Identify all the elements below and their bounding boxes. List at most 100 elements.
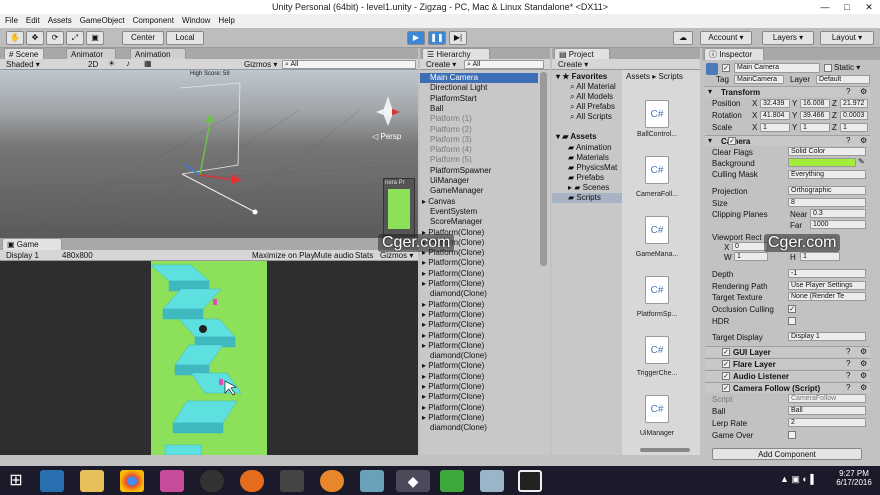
help-icon[interactable]: ? — [846, 359, 850, 368]
hierarchy-item[interactable]: ▸ Platform(Clone) — [422, 403, 486, 413]
assets-header[interactable]: ▾ ▰ Assets — [556, 132, 597, 142]
hierarchy-item[interactable]: diamond(Clone) — [430, 423, 487, 433]
minimize-button[interactable]: — — [814, 0, 836, 14]
menu-help[interactable]: Help — [216, 14, 240, 28]
script-icon[interactable]: C# — [645, 100, 669, 128]
hierarchy-item[interactable]: Platform (3) — [430, 135, 472, 145]
script-icon[interactable]: C# — [645, 276, 669, 304]
script-uimanager-label[interactable]: UiManager — [632, 430, 682, 437]
rotation-y-field[interactable]: 39.466 — [800, 111, 830, 120]
script-camerafollow-label[interactable]: CameraFoll... — [632, 191, 682, 198]
hierarchy-item[interactable]: diamond(Clone) — [430, 289, 487, 299]
scale-y-field[interactable]: 1 — [800, 123, 830, 132]
static-dropdown[interactable]: Static ▾ — [834, 63, 860, 73]
app-icon[interactable] — [480, 470, 504, 492]
stats-toggle[interactable]: Stats — [355, 251, 373, 260]
target-texture-field[interactable]: None (Render Te — [788, 292, 866, 301]
display-dropdown[interactable]: Display 1 — [6, 251, 39, 260]
folder-physicsmat[interactable]: ▰ PhysicsMat — [568, 163, 617, 173]
scene-orientation-gizmo[interactable] — [364, 90, 412, 134]
add-component-button[interactable]: Add Component — [712, 448, 862, 460]
gizmos-dropdown[interactable]: Gizmos ▾ — [244, 60, 277, 69]
hierarchy-item[interactable]: ▸ Platform(Clone) — [422, 372, 486, 382]
hierarchy-item[interactable]: ▸ Platform(Clone) — [422, 361, 486, 371]
eyedropper-icon[interactable]: ✎ — [858, 157, 865, 166]
pause-icon[interactable]: ❚❚ — [428, 31, 446, 45]
camera-enabled-checkbox[interactable]: ✓ — [728, 137, 736, 145]
tag-dropdown[interactable]: MainCamera — [734, 75, 784, 84]
menu-component[interactable]: Component — [131, 14, 180, 28]
inkscape-icon[interactable] — [280, 470, 304, 492]
depth-field[interactable]: -1 — [788, 269, 866, 278]
folder-scripts[interactable]: ▰ Scripts — [552, 193, 622, 203]
hierarchy-item[interactable]: ▸ Platform(Clone) — [422, 258, 486, 268]
maximize-on-play-toggle[interactable]: Maximize on Play — [252, 251, 315, 260]
fav-all-models[interactable]: ⌕ All Models — [570, 92, 613, 102]
gui-layer-checkbox[interactable]: ✓ — [722, 348, 730, 356]
unity-icon[interactable]: ◆ — [396, 470, 430, 492]
move-tool-icon[interactable]: ✥ — [26, 31, 44, 45]
expand-arrow-icon[interactable]: ▾ — [708, 87, 712, 96]
expand-arrow-icon[interactable]: ▾ — [708, 136, 712, 145]
position-z-field[interactable]: 21.972 — [840, 99, 868, 108]
obs-icon[interactable] — [200, 470, 224, 492]
help-icon[interactable]: ? — [846, 136, 850, 145]
hierarchy-search-input[interactable]: ⌕ All — [464, 60, 544, 69]
audio-icon[interactable]: ♪ — [126, 59, 130, 68]
bracket-app-icon[interactable] — [518, 470, 542, 492]
script-icon[interactable]: C# — [645, 336, 669, 364]
occlusion-culling-checkbox[interactable]: ✓ — [788, 305, 796, 313]
menu-file[interactable]: File — [3, 14, 24, 28]
hierarchy-item[interactable]: ▸ Canvas — [422, 197, 457, 207]
folder-scenes[interactable]: ▸ ▰ Scenes — [568, 183, 609, 193]
settings-gear-icon[interactable]: ⚙ — [860, 359, 867, 368]
step-icon[interactable]: ▶| — [449, 31, 467, 45]
hierarchy-item[interactable]: Platform (2) — [430, 125, 472, 135]
folder-animation[interactable]: ▰ Animation — [568, 143, 612, 153]
static-checkbox[interactable] — [824, 64, 832, 72]
layer-dropdown[interactable]: Default — [816, 75, 870, 84]
settings-gear-icon[interactable]: ⚙ — [860, 371, 867, 380]
rendering-path-dropdown[interactable]: Use Player Settings — [788, 281, 866, 290]
settings-gear-icon[interactable]: ⚙ — [860, 136, 867, 145]
hierarchy-item[interactable]: ▸ Platform(Clone) — [422, 413, 486, 423]
firefox-icon[interactable] — [240, 470, 264, 492]
far-field[interactable]: 1000 — [810, 220, 866, 229]
hierarchy-item[interactable]: ▸ Platform(Clone) — [422, 279, 486, 289]
rect-tool-icon[interactable]: ▣ — [86, 31, 104, 45]
viewport-w-field[interactable]: 1 — [734, 252, 768, 261]
script-icon[interactable]: C# — [645, 156, 669, 184]
tablet-icon[interactable] — [40, 470, 64, 492]
tab-inspector[interactable]: ⓘ Inspector — [704, 48, 764, 60]
position-x-field[interactable]: 32.439 — [760, 99, 790, 108]
help-icon[interactable]: ? — [846, 371, 850, 380]
script-icon[interactable]: C# — [645, 395, 669, 423]
hierarchy-item[interactable]: UiManager — [430, 176, 469, 186]
layout-dropdown[interactable]: Layout ▾ — [820, 31, 874, 45]
gameobject-active-checkbox[interactable]: ✓ — [722, 64, 730, 72]
persp-label[interactable]: ◁ Persp — [372, 132, 401, 141]
file-explorer-icon[interactable] — [80, 470, 104, 492]
script-gamemanager-label[interactable]: GameMana... — [632, 251, 682, 258]
clear-flags-dropdown[interactable]: Solid Color — [788, 147, 866, 156]
scale-x-field[interactable]: 1 — [760, 123, 790, 132]
start-windows-icon[interactable]: ⊞ — [4, 470, 28, 492]
lerp-rate-field[interactable]: 2 — [788, 418, 866, 427]
script-platformspawner-label[interactable]: PlatformSp... — [632, 311, 682, 318]
hierarchy-item[interactable]: ▸ Platform(Clone) — [422, 310, 486, 320]
media-icon[interactable] — [160, 470, 184, 492]
target-display-dropdown[interactable]: Display 1 — [788, 332, 866, 341]
tray-icons[interactable]: ▲ ▣ ◐ ▌ — [780, 474, 817, 485]
settings-gear-icon[interactable]: ⚙ — [860, 347, 867, 356]
tab-game[interactable]: ▣ Game — [2, 238, 62, 250]
hierarchy-item[interactable]: ▸ Platform(Clone) — [422, 320, 486, 330]
background-color-swatch[interactable] — [788, 158, 856, 167]
game-gizmos-dropdown[interactable]: Gizmos ▾ — [380, 251, 413, 260]
hierarchy-item[interactable]: PlatformSpawner — [430, 166, 491, 176]
menu-gameobject[interactable]: GameObject — [78, 14, 131, 28]
settings-gear-icon[interactable]: ⚙ — [860, 87, 867, 96]
game-view[interactable] — [0, 261, 418, 455]
script-ballcontrol-label[interactable]: BallControl... — [632, 131, 682, 138]
hierarchy-item[interactable]: GameManager — [430, 186, 483, 196]
notes-icon[interactable] — [360, 470, 384, 492]
